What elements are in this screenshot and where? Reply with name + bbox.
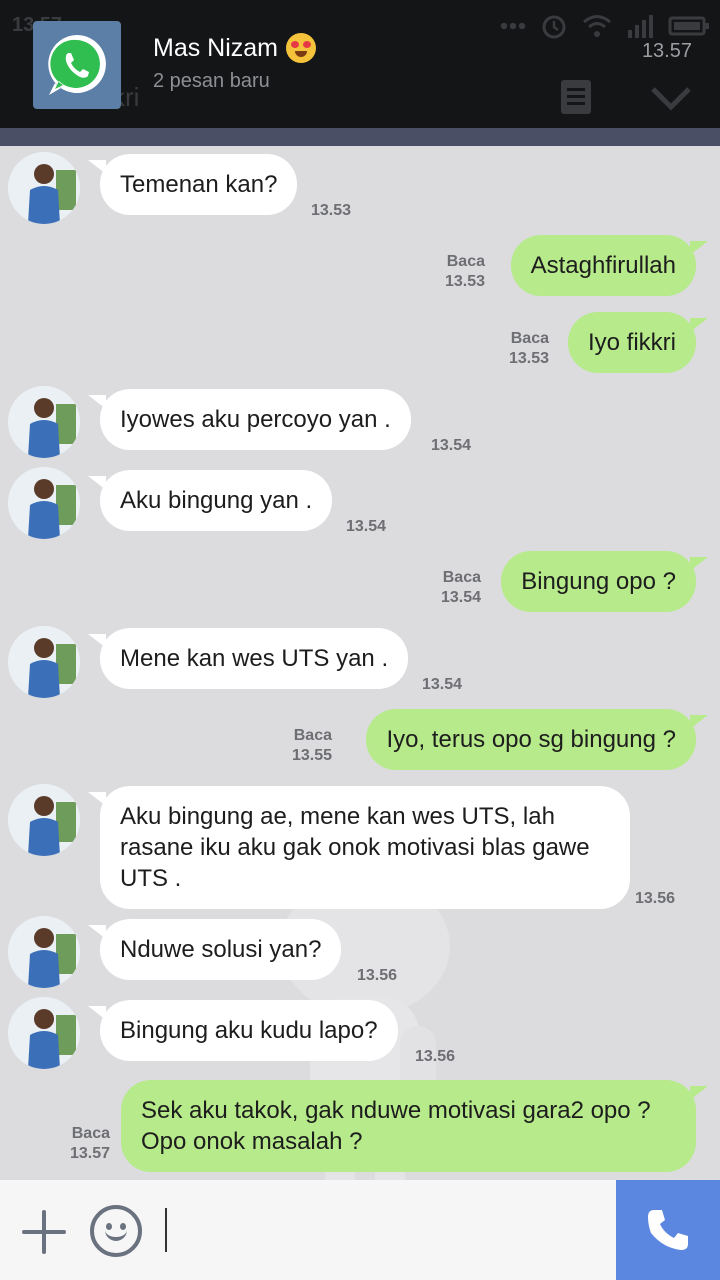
message-bubble-incoming[interactable]: Aku bingung ae, mene kan wes UTS, lah ra… xyxy=(88,786,630,909)
message-bubble-incoming[interactable]: Iyowes aku percoyo yan . xyxy=(88,389,411,450)
chat-area[interactable]: Temenan kan? 13.53 Baca 13.53 Astaghfiru… xyxy=(0,146,720,1186)
contact-avatar[interactable] xyxy=(8,626,80,698)
status-icons xyxy=(500,12,710,40)
avatar-photo-icon xyxy=(8,467,80,539)
message-text: Iyowes aku percoyo yan . xyxy=(120,406,391,433)
message-bubble-incoming[interactable]: Bingung aku kudu lapo? xyxy=(88,1000,398,1061)
battery-icon xyxy=(668,16,709,36)
notification-bar[interactable]: 13.57 kri Mas Nizam 2 pesan baru 13.57 xyxy=(0,0,720,130)
call-button[interactable] xyxy=(616,1180,720,1280)
message-text: Aku bingung yan . xyxy=(120,487,313,514)
message-time: 13.54 xyxy=(346,518,387,535)
message-text: Temenan kan? xyxy=(120,171,278,198)
message-bubble-incoming[interactable]: Mene kan wes UTS yan . xyxy=(87,628,409,689)
header-divider xyxy=(0,128,720,146)
message-bubble-incoming[interactable]: Aku bingung yan . xyxy=(87,470,333,531)
read-label: Baca xyxy=(442,569,481,586)
whatsapp-icon xyxy=(48,35,106,95)
avatar-photo-icon xyxy=(8,386,80,458)
contact-avatar[interactable] xyxy=(8,467,80,539)
plus-icon[interactable] xyxy=(22,1210,66,1254)
message-time: 13.53 xyxy=(508,350,549,367)
message-bubble-outgoing[interactable]: Iyo fikkri xyxy=(567,312,709,373)
contact-avatar[interactable] xyxy=(8,386,80,458)
sender-name: Mas Nizam xyxy=(153,33,279,62)
phone-icon xyxy=(648,1210,688,1250)
read-label: Baca xyxy=(446,253,485,270)
message-text: Bingung aku kudu lapo? xyxy=(120,1017,378,1044)
notification-sender: Mas Nizam xyxy=(153,33,317,63)
message-time: 13.56 xyxy=(415,1048,456,1065)
message-time: 13.57 xyxy=(69,1145,110,1162)
message-bubble-outgoing[interactable]: Astaghfirullah xyxy=(510,235,709,296)
contact-avatar[interactable] xyxy=(8,152,80,224)
message-bubble-outgoing[interactable]: Bingung opo ? xyxy=(501,551,708,612)
notification-subtitle: 2 pesan baru xyxy=(153,70,270,92)
avatar-photo-icon xyxy=(8,916,80,988)
message-time: 13.56 xyxy=(357,967,398,984)
message-time: 13.54 xyxy=(440,589,481,606)
app-icon xyxy=(33,21,121,109)
contact-avatar[interactable] xyxy=(8,997,80,1069)
alarm-icon xyxy=(542,15,566,39)
message-time: 13.56 xyxy=(635,890,676,907)
message-text: Mene kan wes UTS yan . xyxy=(120,645,389,672)
message-read-receipt: Baca 13.53 xyxy=(445,252,485,292)
message-text: Astaghfirullah xyxy=(530,252,676,279)
more-dots-icon xyxy=(500,22,526,30)
message-text: Bingung opo ? xyxy=(521,568,676,595)
message-time: 13.54 xyxy=(422,676,463,693)
message-bubble-outgoing[interactable]: Iyo, terus opo sg bingung ? xyxy=(366,709,708,770)
notification-time: 13.57 xyxy=(641,40,692,62)
message-bubble-incoming[interactable]: Nduwe solusi yan? xyxy=(87,919,342,980)
smiley-icon[interactable] xyxy=(90,1205,142,1257)
message-read-receipt: Baca 13.54 xyxy=(441,568,481,608)
heart-eyes-emoji-icon xyxy=(286,33,317,63)
message-read-receipt: Baca 13.53 xyxy=(509,329,549,369)
avatar-photo-icon xyxy=(8,152,80,224)
message-input[interactable] xyxy=(160,1200,600,1260)
read-label: Baca xyxy=(510,330,549,347)
message-bubble-outgoing[interactable]: Sek aku takok, gak nduwe motivasi gara2 … xyxy=(121,1080,708,1172)
contact-avatar[interactable] xyxy=(8,784,80,856)
message-text: Iyo fikkri xyxy=(587,329,676,356)
signal-icon xyxy=(628,15,653,38)
message-time: 13.55 xyxy=(291,747,332,764)
read-label: Baca xyxy=(293,727,332,744)
avatar-photo-icon xyxy=(8,626,80,698)
message-time: 13.53 xyxy=(444,273,485,290)
menu-icon[interactable] xyxy=(561,80,591,114)
avatar-photo-icon xyxy=(8,784,80,856)
message-time: 13.53 xyxy=(311,202,352,219)
message-read-receipt: Baca 13.57 xyxy=(70,1124,110,1164)
message-time: 13.54 xyxy=(431,437,472,454)
chevron-down-icon[interactable] xyxy=(650,86,692,112)
message-text: Nduwe solusi yan? xyxy=(120,936,322,963)
message-text: Aku bingung ae, mene kan wes UTS, lah ra… xyxy=(120,803,590,892)
read-label: Baca xyxy=(71,1125,110,1142)
message-text: Iyo, terus opo sg bingung ? xyxy=(386,726,676,753)
avatar-photo-icon xyxy=(8,997,80,1069)
wifi-icon xyxy=(583,15,611,37)
contact-avatar[interactable] xyxy=(8,916,80,988)
message-bubble-incoming[interactable]: Temenan kan? xyxy=(87,154,298,215)
message-text: Sek aku takok, gak nduwe motivasi gara2 … xyxy=(141,1097,651,1155)
message-read-receipt: Baca 13.55 xyxy=(292,726,332,766)
